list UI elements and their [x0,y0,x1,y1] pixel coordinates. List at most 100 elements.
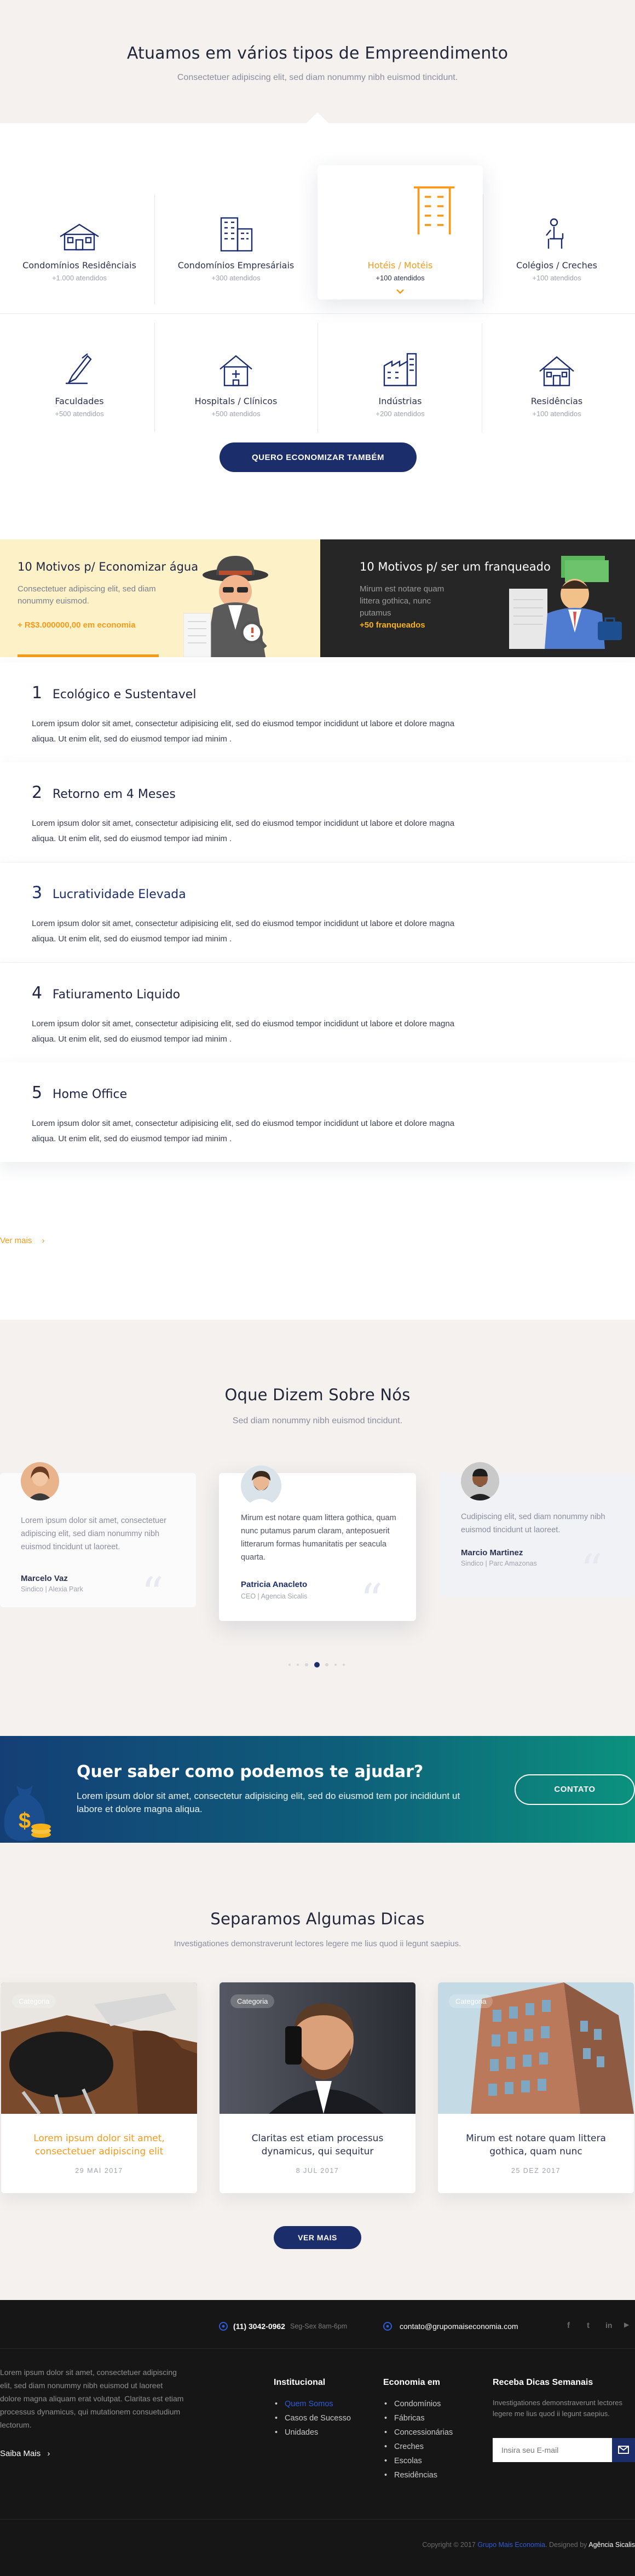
copyright: Copyright © 2017 Grupo Mais Economia. De… [422,2541,635,2549]
type-count: +300 atendidos [211,274,261,282]
carousel-dot[interactable] [334,1664,337,1666]
type-hospitals-clinicos[interactable]: Hospitals / Clínicos +500 atendidos [157,322,315,432]
reason-item: 1 Ecológico e Sustentavel Lorem ipsum do… [0,663,635,762]
promo-agua-card[interactable]: 10 Motivos p/ Economizar água Consectetu… [0,539,320,657]
carousel-dot[interactable] [325,1663,328,1666]
ver-mais-button[interactable]: VER MAIS [274,2226,361,2249]
reason-number: 3 [32,883,43,902]
reason-number: 1 [32,683,43,703]
reason-text: Lorem ipsum dolor sit amet, consectetur … [32,719,455,744]
footer: (11) 3042-0962 Seg-Sex 8am-6pm contato@g… [0,2300,635,2576]
phone-icon [219,2322,228,2331]
reason-title: Home Office [53,1088,128,1101]
tip-title: Mirum est notare quam littera gothica, q… [466,2133,606,2157]
reason-title: Retorno em 4 Meses [53,787,176,801]
linkedin-icon[interactable]: in [605,2321,612,2330]
footer-link-residencias[interactable]: Residências [384,2471,437,2480]
reason-number: 2 [32,783,43,802]
footer-link-quem-somos[interactable]: Quem Somos [275,2400,333,2408]
footer-phone[interactable]: (11) 3042-0962 [233,2322,285,2331]
copyright-mid: . Designed by [545,2541,587,2549]
chevron-down-icon [396,289,404,294]
copyright-brand-link[interactable]: Grupo Mais Economia [477,2541,545,2549]
home-icon [539,356,574,387]
tip-card[interactable]: Categoria Mirum est notare quam littera … [438,1982,634,2193]
type-faculdades[interactable]: Faculdades +500 atendidos [0,322,159,432]
footer-link-escolas[interactable]: Escolas [384,2457,422,2465]
type-label: Indústrias [378,396,422,406]
graduation-pen-icon [66,353,92,384]
reason-item: 5 Home Office Lorem ipsum dolor sit amet… [0,1062,635,1162]
testimonials-title: Oque Dizem Sobre Nós [224,1385,411,1404]
footer-link-concessionarias[interactable]: Concessionárias [384,2428,453,2437]
testimonial-name: Marcio Martinez [461,1548,523,1557]
footer-divider [0,2348,635,2349]
hospital-icon [220,355,252,387]
testimonial-card-active: Mirum est notare quam littera gothica, q… [219,1465,416,1622]
office-building-icon [220,217,253,252]
type-industrias[interactable]: Indústrias +200 atendidos [321,322,480,432]
type-count: +200 atendidos [376,410,425,418]
tips-title: Separamos Algumas Dicas [210,1910,425,1928]
reason-title: Lucratividade Elevada [53,888,186,901]
type-label: Hotéis / Motéis [367,260,433,271]
newsletter-submit-button[interactable] [612,2438,635,2462]
type-count: +100 atendidos [532,410,581,418]
contact-button[interactable]: CONTATO [515,1774,635,1805]
reason-text: Lorem ipsum dolor sit amet, consectetur … [32,1019,455,1044]
footer-link-unidades[interactable]: Unidades [275,2428,318,2437]
tip-card[interactable]: Categoria Claritas est etiam processus d… [220,1982,415,2193]
newsletter-email-input[interactable] [493,2438,612,2462]
newsletter-text: Investigationes demonstraverunt lectores… [493,2399,623,2418]
newsletter-title: Receba Dicas Semanais [493,2378,593,2387]
copyright-agency-link[interactable]: Agência Sicalis [588,2541,635,2549]
carousel-dot[interactable] [288,1664,291,1666]
detective-illustration [183,556,268,657]
twitter-icon[interactable]: t [587,2321,590,2330]
tip-title: Claritas est etiam processus dynamicus, … [251,2133,384,2157]
type-count: +100 atendidos [376,274,425,282]
testimonial-name: Marcelo Vaz [21,1574,68,1583]
type-label: Condomínios Empresáriais [177,260,295,271]
tip-card[interactable]: Categoria Lorem ipsum dolor sit amet, co… [1,1982,197,2193]
testimonial-role: Sindico | Alexia Park [21,1585,83,1593]
tip-date: 8 JUL 2017 [296,2167,339,2175]
type-count: +500 atendidos [55,410,104,418]
social-icon[interactable]: ▶ [624,2321,629,2328]
testimonial-text: Cudipiscing elit, sed diam nonummy nibh … [461,1513,605,1534]
promo-franqueado-card[interactable]: 10 Motivos p/ ser um franqueado Mirum es… [320,539,635,657]
economizar-button[interactable]: QUERO ECONOMIZAR TAMBÉM [220,442,417,472]
reason-item: 4 Fatiuramento Liquido Lorem ipsum dolor… [0,963,635,1062]
types-section: Atuamos em vários tipos de Empreendiment… [0,0,635,553]
type-condominios-empresariais[interactable]: Condomínios Empresáriais +300 atendidos [157,186,315,296]
reason-title: Fatiuramento Liquido [53,988,181,1002]
promo-franqueado-highlight: +50 franqueados [360,620,425,630]
tips-subtitle: Investigationes demonstraverunt lectores… [174,1939,461,1948]
promo-agua-highlight: + R$3.000000,00 em economia [18,620,136,630]
carousel-dot-active[interactable] [314,1662,320,1668]
footer-link-creches[interactable]: Creches [384,2442,424,2451]
type-colegios-creches[interactable]: Colégios / Creches +100 atendidos [477,186,635,296]
avatar [241,1465,281,1506]
contact-cta-section: $ Quer saber como podemos te ajudar? Lor… [0,1736,635,1843]
reason-title: Ecológico e Sustentavel [53,688,197,702]
footer-link-fabricas[interactable]: Fábricas [384,2414,424,2423]
avatar [461,1462,499,1500]
quote-icon: “ [141,1568,164,1619]
ver-mais-link[interactable]: Ver mais › [0,1236,45,1245]
testimonial-role: Sindico | Parc Amazonas [461,1560,537,1567]
carousel-dot[interactable] [305,1663,308,1666]
type-residencias[interactable]: Residências +100 atendidos [477,322,635,432]
footer-link-condominios[interactable]: Condomínios [384,2400,441,2408]
type-condominios-residenciais[interactable]: Condomínios Residênciais +1.000 atendido… [0,186,159,296]
type-hoteis-moteis[interactable]: Hotéis / Motéis +100 atendidos [321,186,480,296]
footer-link-casos-de-sucesso[interactable]: Casos de Sucesso [275,2414,351,2423]
facebook-icon[interactable]: f [567,2321,570,2330]
footer-col-institucional-title: Institucional [274,2378,326,2387]
email-icon [383,2322,392,2331]
type-count: +1.000 atendidos [51,274,107,282]
carousel-dot[interactable] [343,1664,345,1666]
carousel-dot[interactable] [297,1664,299,1666]
saiba-mais-link[interactable]: Saiba Mais › [0,2449,50,2458]
footer-email[interactable]: contato@grupomaiseconomia.com [400,2322,518,2331]
